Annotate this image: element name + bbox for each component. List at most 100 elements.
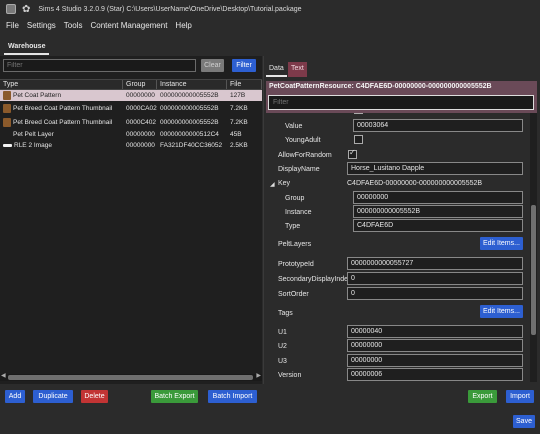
resource-table: Type Group Instance File Pet Coat Patter… <box>0 79 262 151</box>
group-field[interactable]: 00000000 <box>353 191 523 204</box>
vertical-scrollbar[interactable] <box>530 110 537 382</box>
row-instance: 000000000005552B <box>160 118 219 126</box>
table-header: Type Group Instance File <box>0 79 262 90</box>
property-filter-input[interactable] <box>268 95 534 110</box>
row-file: 45B <box>230 131 242 138</box>
type-field[interactable]: C4DFAE6D <box>353 219 523 232</box>
version-label: Version <box>278 372 302 379</box>
tags-edit-button[interactable]: Edit Items... <box>480 305 523 318</box>
row-type: Pet Pelt Layer <box>13 131 54 138</box>
column-instance[interactable]: Instance <box>157 80 227 89</box>
prototype-field[interactable]: 0000000000055727 <box>347 257 523 270</box>
filter-button[interactable]: Filter <box>232 59 256 72</box>
resource-title: PetCoatPatternResource: C4DFAE6D-0000000… <box>269 83 492 90</box>
table-row[interactable]: Pet Coat Pattern 00000000 00000000000555… <box>0 90 262 101</box>
column-group[interactable]: Group <box>123 80 157 89</box>
row-type: Pet Breed Coat Pattern Thumbnail <box>13 118 113 126</box>
menu-file[interactable]: File <box>6 21 19 30</box>
tab-data[interactable]: Data <box>266 62 287 77</box>
save-button[interactable]: Save <box>513 415 535 428</box>
warehouse-panel: Clear Filter Type Group Instance File Pe… <box>0 56 262 384</box>
type-label: Type <box>285 223 301 230</box>
group-label: Group <box>285 195 305 202</box>
row-file: 7.2KB <box>230 104 248 112</box>
horse-icon <box>3 117 11 127</box>
left-tab-strip: Warehouse <box>0 38 264 56</box>
young-adult-checkbox[interactable] <box>354 135 363 144</box>
row-file: 127B <box>230 92 246 99</box>
resource-header: PetCoatPatternResource: C4DFAE6D-0000000… <box>266 81 537 113</box>
table-row[interactable]: Pet Breed Coat Pattern Thumbnail 0000C40… <box>0 115 262 129</box>
resource-filter-input[interactable] <box>3 59 196 72</box>
title-bar: ✿ Sims 4 Studio 3.2.0.9 (Star) C:\Users\… <box>0 0 540 18</box>
row-type: Pet Breed Coat Pattern Thumbnail <box>13 104 113 112</box>
instance-field[interactable]: 000000000005552B <box>353 205 523 218</box>
app-icon <box>6 4 16 14</box>
menu-bar: File Settings Tools Content Management H… <box>0 18 540 33</box>
row-type: RLE 2 Image <box>14 142 52 149</box>
delete-button[interactable]: Delete <box>81 390 108 403</box>
menu-tools[interactable]: Tools <box>64 21 83 30</box>
tab-text[interactable]: Text <box>288 62 307 77</box>
palette-icon[interactable]: ✿ <box>22 4 30 15</box>
horse-icon <box>3 91 11 100</box>
value-label: Value <box>285 123 303 130</box>
menu-settings[interactable]: Settings <box>27 21 56 30</box>
u1-field[interactable]: 00000040 <box>347 325 523 338</box>
row-type: Pet Coat Pattern <box>13 92 62 99</box>
sort-order-field[interactable]: 0 <box>347 287 523 300</box>
table-row[interactable]: Pet Pelt Layer 00000000 00000000000512C4… <box>0 129 262 140</box>
row-group: 00000000 <box>126 142 155 149</box>
export-button[interactable]: Export <box>468 390 497 403</box>
bottom-toolbar: Add Duplicate Delete Batch Export Batch … <box>0 384 540 434</box>
tab-warehouse[interactable]: Warehouse <box>4 40 50 55</box>
column-file[interactable]: File <box>227 80 262 89</box>
scrollbar-thumb[interactable] <box>531 205 536 335</box>
allow-random-checkbox[interactable] <box>348 148 357 159</box>
sort-order-label: SortOrder <box>278 291 309 298</box>
collapse-triangle-icon[interactable]: ◢ <box>270 181 275 188</box>
row-group: 0000C402 <box>126 118 156 126</box>
tags-label: Tags <box>278 310 293 317</box>
young-adult-label: YoungAdult <box>285 137 321 144</box>
pelt-layers-label: PeltLayers <box>278 241 312 248</box>
menu-content-management[interactable]: Content Management <box>90 21 167 30</box>
pelt-layers-edit-button[interactable]: Edit Items... <box>480 237 523 250</box>
add-button[interactable]: Add <box>5 390 25 403</box>
menu-help[interactable]: Help <box>175 21 191 30</box>
scroll-right-icon[interactable]: ▶ <box>256 372 261 379</box>
row-instance: FA321DF40CC36052 <box>160 142 223 149</box>
instance-label: Instance <box>285 209 312 216</box>
table-row[interactable]: RLE 2 Image 00000000 FA321DF40CC36052 2.… <box>0 140 262 151</box>
batch-import-button[interactable]: Batch Import <box>208 390 257 403</box>
horizontal-scrollbar[interactable]: ◀ ▶ <box>0 372 262 381</box>
row-instance: 000000000005552B <box>160 104 219 112</box>
value-field[interactable]: 00003064 <box>353 119 523 132</box>
scroll-left-icon[interactable]: ◀ <box>1 372 6 379</box>
row-instance: 000000000005552B <box>160 92 219 99</box>
display-name-field[interactable]: Horse_Lusitano Dapple <box>347 162 523 175</box>
import-button[interactable]: Import <box>506 390 534 403</box>
row-group: 00000000 <box>126 92 155 99</box>
clear-button[interactable]: Clear <box>201 59 224 72</box>
row-file: 7.2KB <box>230 118 248 126</box>
allow-random-label: AllowForRandom <box>278 152 332 159</box>
key-label: Key <box>278 180 291 187</box>
table-row[interactable]: Pet Breed Coat Pattern Thumbnail 0000CA0… <box>0 101 262 115</box>
column-type[interactable]: Type <box>0 80 123 89</box>
batch-export-button[interactable]: Batch Export <box>151 390 198 403</box>
version-field[interactable]: 00000006 <box>347 368 523 381</box>
u3-field[interactable]: 00000000 <box>347 354 523 367</box>
display-name-label: DisplayName <box>278 166 320 173</box>
secondary-display-index-field[interactable]: 0 <box>347 272 523 285</box>
row-instance: 00000000000512C4 <box>160 131 219 138</box>
key-value: C4DFAE6D-00000000-000000000005552B <box>347 180 483 187</box>
u2-field[interactable]: 00000000 <box>347 339 523 352</box>
u2-label: U2 <box>278 343 287 350</box>
duplicate-button[interactable]: Duplicate <box>33 390 73 403</box>
scrollbar-thumb[interactable] <box>8 375 253 380</box>
white-bar-icon <box>3 144 12 147</box>
horse-icon <box>3 103 11 113</box>
window-title: Sims 4 Studio 3.2.0.9 (Star) C:\Users\Us… <box>38 5 302 13</box>
u1-label: U1 <box>278 329 287 336</box>
